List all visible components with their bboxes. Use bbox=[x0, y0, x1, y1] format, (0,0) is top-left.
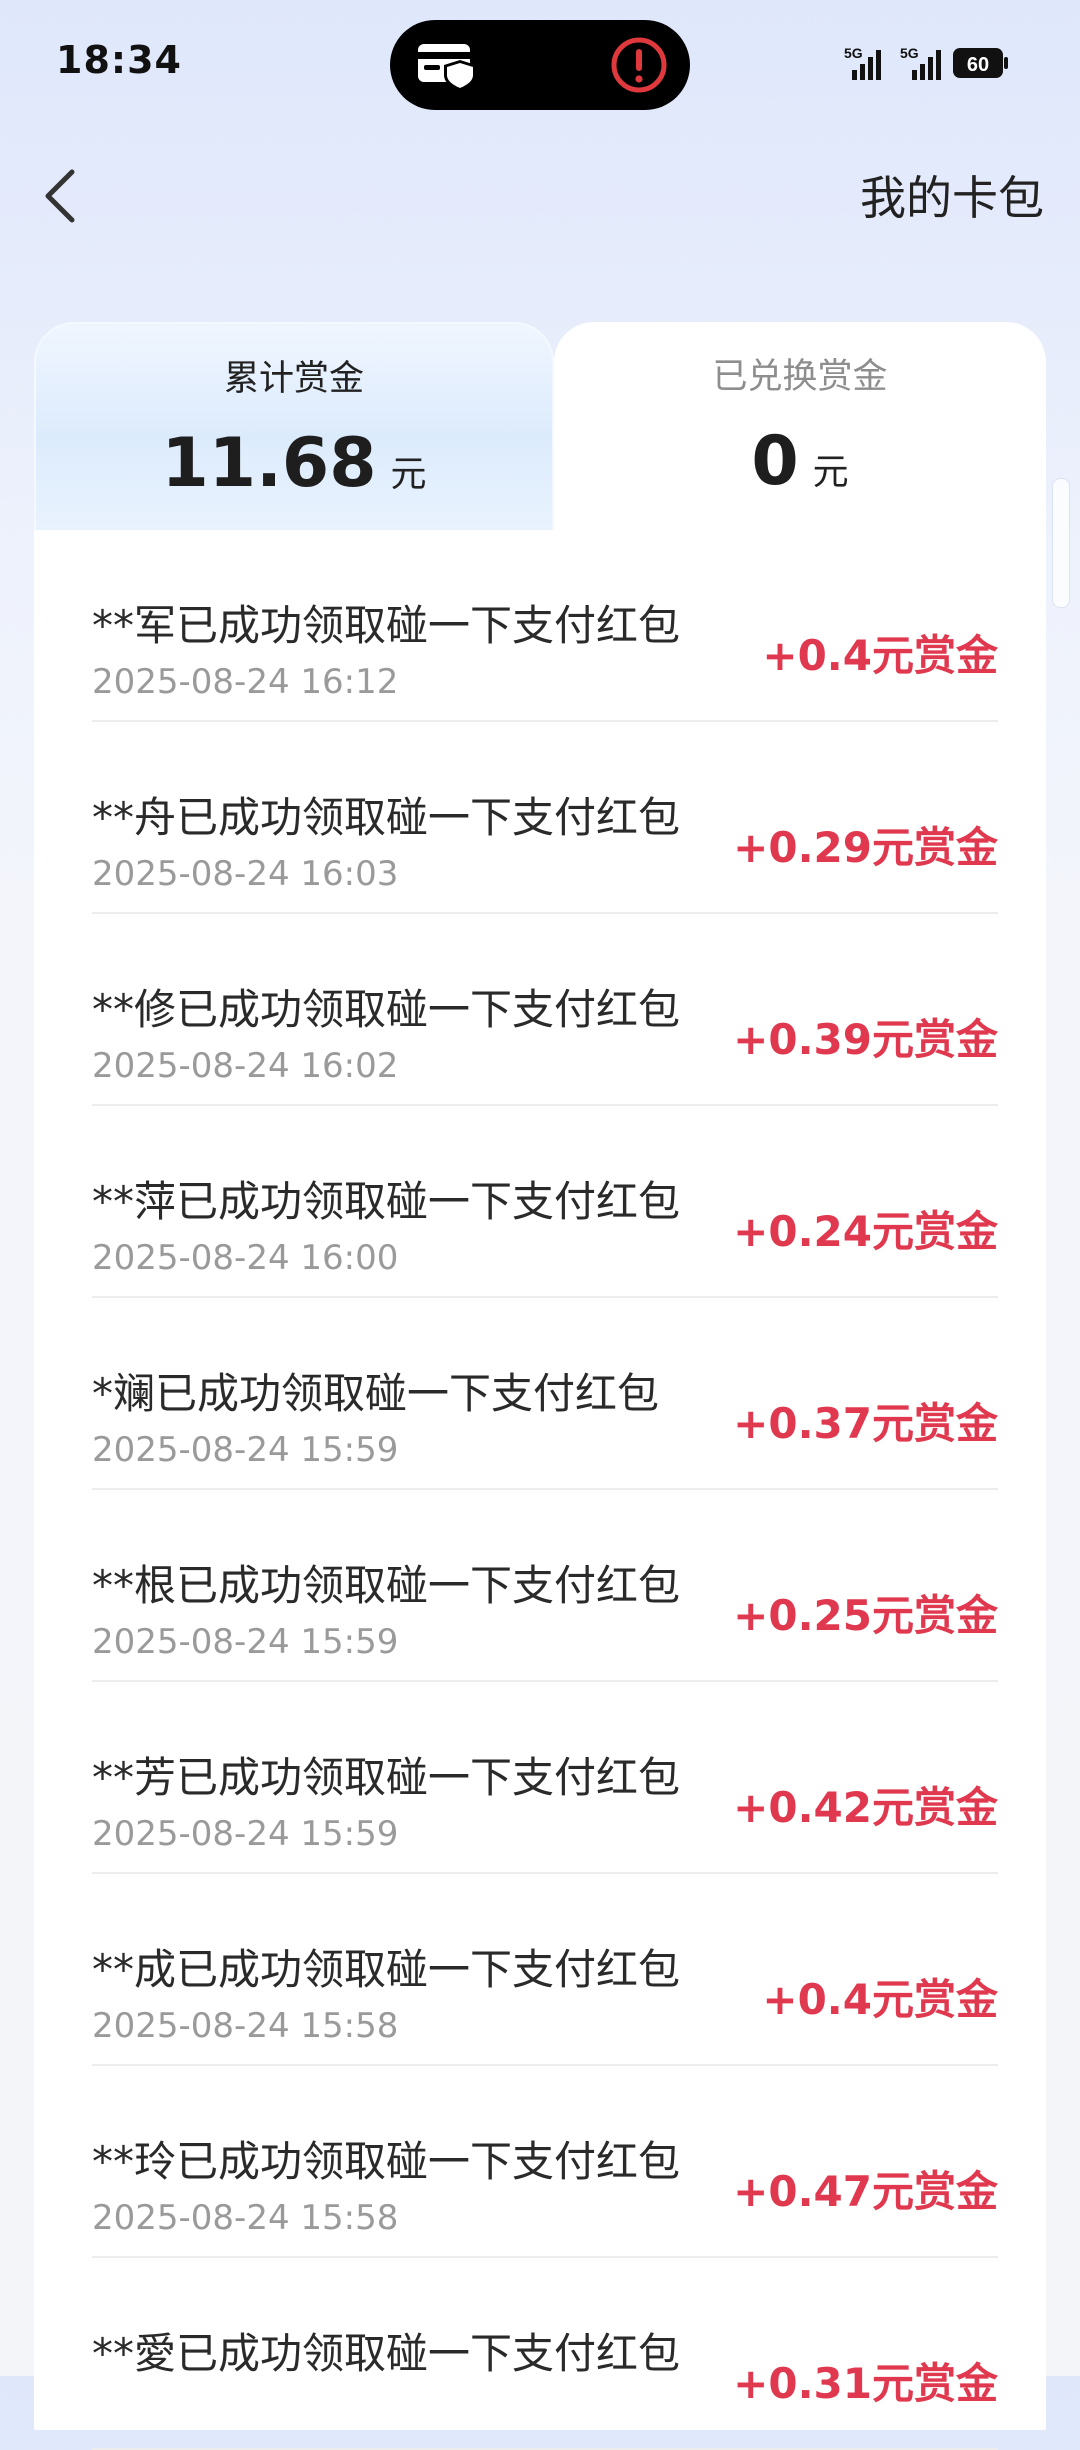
back-button[interactable] bbox=[30, 156, 110, 236]
currency-unit: 元 bbox=[390, 454, 427, 495]
reward-title: **玲已成功领取碰一下支付红包 bbox=[92, 2137, 681, 2186]
exchanged-bounty-amount: 0 bbox=[751, 422, 799, 501]
list-item[interactable]: **修已成功领取碰一下支付红包 2025-08-24 16:02 +0.39元赏… bbox=[92, 914, 998, 1106]
reward-amount: +0.39元赏金 bbox=[733, 1015, 998, 1064]
reward-amount: +0.29元赏金 bbox=[733, 823, 998, 872]
reward-amount: +0.4元赏金 bbox=[762, 631, 998, 680]
reward-title: **修已成功领取碰一下支付红包 bbox=[92, 985, 681, 1034]
signal-label: 5G bbox=[844, 45, 863, 61]
list-item[interactable]: *斓已成功领取碰一下支付红包 2025-08-24 15:59 +0.37元赏金 bbox=[92, 1298, 998, 1490]
tab-label: 已兑换赏金 bbox=[712, 357, 888, 397]
reward-title: **成已成功领取碰一下支付红包 bbox=[92, 1945, 681, 1994]
list-item[interactable]: **芳已成功领取碰一下支付红包 2025-08-24 15:59 +0.42元赏… bbox=[92, 1682, 998, 1874]
tab-label: 累计赏金 bbox=[223, 359, 364, 399]
battery-level: 60 bbox=[967, 54, 989, 76]
reward-amount: +0.47元赏金 bbox=[733, 2167, 998, 2216]
dynamic-island[interactable] bbox=[390, 20, 690, 110]
list-item[interactable]: **萍已成功领取碰一下支付红包 2025-08-24 16:00 +0.24元赏… bbox=[92, 1106, 998, 1298]
reward-time: 2025-08-24 16:02 bbox=[92, 1046, 399, 1086]
reward-title: **愛已成功领取碰一下支付红包 bbox=[92, 2329, 681, 2378]
reward-time: 2025-08-24 16:00 bbox=[92, 1238, 399, 1278]
alert-icon bbox=[611, 37, 667, 93]
reward-time: 2025-08-24 15:59 bbox=[92, 1430, 399, 1470]
reward-title: **萍已成功领取碰一下支付红包 bbox=[92, 1177, 681, 1226]
reward-amount: +0.42元赏金 bbox=[733, 1783, 998, 1832]
list-item[interactable]: **成已成功领取碰一下支付红包 2025-08-24 15:58 +0.4元赏金 bbox=[92, 1874, 998, 2066]
reward-amount: +0.25元赏金 bbox=[733, 1591, 998, 1640]
reward-time: 2025-08-24 15:59 bbox=[92, 1622, 399, 1662]
reward-amount: +0.31元赏金 bbox=[733, 2359, 998, 2408]
signal-label-2: 5G bbox=[900, 45, 919, 61]
reward-title: **芳已成功领取碰一下支付红包 bbox=[92, 1753, 681, 1802]
reward-time: 2025-08-24 15:59 bbox=[92, 1814, 399, 1854]
tab-total-bounty[interactable]: 累计赏金 11.68 元 bbox=[34, 322, 554, 532]
page-header: 我的卡包 bbox=[0, 150, 1080, 240]
reward-time: 2025-08-24 15:58 bbox=[92, 2006, 399, 2046]
signal-5g-icon-2: 5G bbox=[900, 45, 941, 80]
status-bar: 18:34 5G 5G 60 bbox=[0, 0, 1080, 130]
list-item[interactable]: **玲已成功领取碰一下支付红包 2025-08-24 15:58 +0.47元赏… bbox=[92, 2066, 998, 2258]
bounty-tabs: 累计赏金 11.68 元 已兑换赏金 0元 bbox=[34, 322, 1046, 542]
tab-exchanged-bounty[interactable]: 已兑换赏金 0元 bbox=[554, 322, 1046, 542]
tab-amount-row: 11.68 元 bbox=[36, 424, 552, 503]
reward-title: **军已成功领取碰一下支付红包 bbox=[92, 601, 681, 650]
page-title: 我的卡包 bbox=[860, 171, 1044, 225]
chevron-left-icon bbox=[45, 169, 75, 223]
reward-title: **根已成功领取碰一下支付红包 bbox=[92, 1561, 681, 1610]
currency-unit: 元 bbox=[812, 452, 849, 493]
reward-title: **舟已成功领取碰一下支付红包 bbox=[92, 793, 681, 842]
status-time: 18:34 bbox=[56, 38, 182, 82]
reward-amount: +0.4元赏金 bbox=[762, 1975, 998, 2024]
list-item[interactable]: **军已成功领取碰一下支付红包 2025-08-24 16:12 +0.4元赏金 bbox=[92, 530, 998, 722]
reward-amount: +0.37元赏金 bbox=[733, 1399, 998, 1448]
card-shield-icon bbox=[418, 44, 476, 91]
list-item[interactable]: **舟已成功领取碰一下支付红包 2025-08-24 16:03 +0.29元赏… bbox=[92, 722, 998, 914]
list-item[interactable]: **根已成功领取碰一下支付红包 2025-08-24 15:59 +0.25元赏… bbox=[92, 1490, 998, 1682]
reward-title: *斓已成功领取碰一下支付红包 bbox=[92, 1369, 660, 1418]
reward-time: 2025-08-24 16:12 bbox=[92, 662, 399, 702]
reward-amount: +0.24元赏金 bbox=[733, 1207, 998, 1256]
signal-5g-icon: 5G bbox=[844, 45, 881, 80]
list-item[interactable]: **愛已成功领取碰一下支付红包 +0.31元赏金 bbox=[92, 2258, 998, 2450]
reward-time: 2025-08-24 16:03 bbox=[92, 854, 399, 894]
battery-icon: 60 bbox=[953, 48, 1008, 78]
tab-amount-row: 0元 bbox=[554, 422, 1046, 501]
reward-time: 2025-08-24 15:58 bbox=[92, 2198, 399, 2238]
reward-list[interactable]: **军已成功领取碰一下支付红包 2025-08-24 16:12 +0.4元赏金… bbox=[34, 530, 1046, 2450]
total-bounty-amount: 11.68 bbox=[161, 424, 377, 503]
scroll-indicator[interactable] bbox=[1052, 478, 1070, 608]
